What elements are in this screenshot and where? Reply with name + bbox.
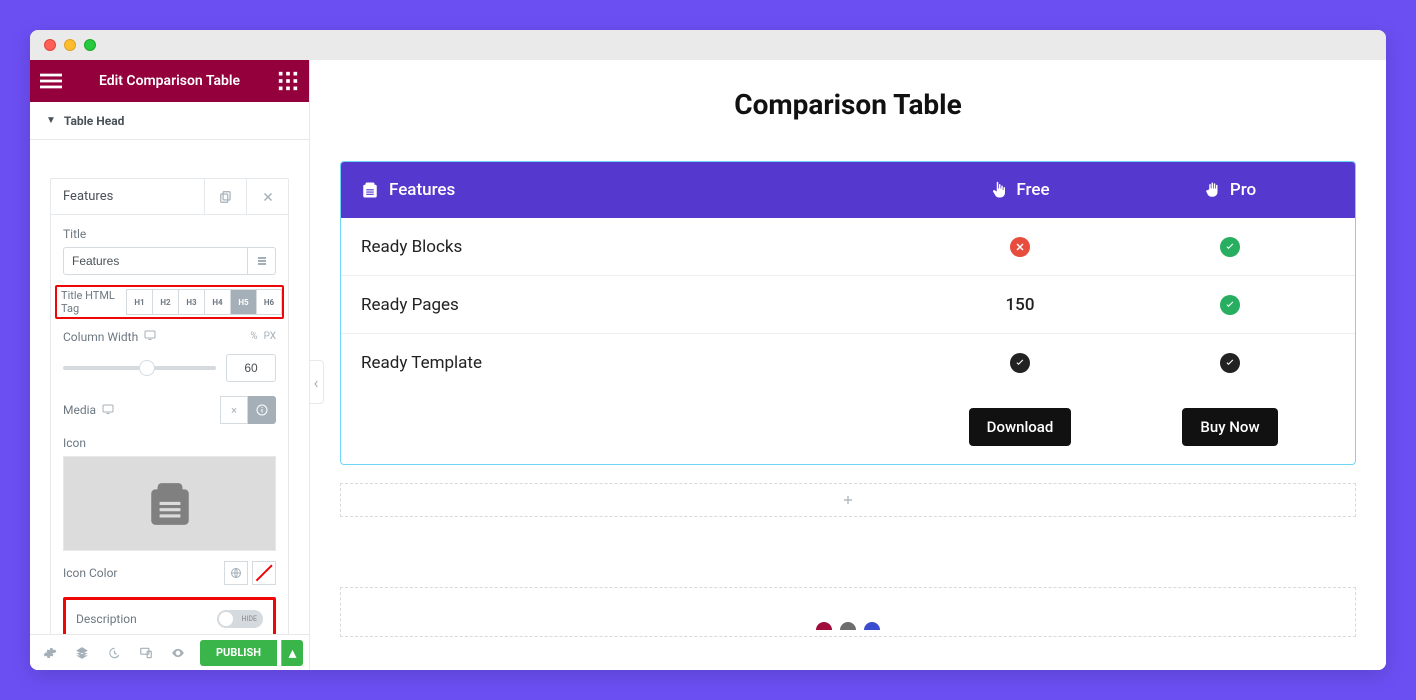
window-maximize-dot[interactable] [84,39,96,51]
settings-icon[interactable] [36,639,64,667]
description-label: Description [76,612,217,626]
head-pro-label: Pro [1230,180,1256,200]
media-clear-button[interactable]: × [220,396,248,424]
row-pro-cell [1125,295,1335,315]
publish-button[interactable]: PUBLISH [200,640,277,666]
description-toggle[interactable]: HIDE [217,610,263,628]
section-table-head[interactable]: ▼ Table Head [30,102,309,140]
tag-h6[interactable]: H6 [256,289,282,315]
tag-h5[interactable]: H5 [230,289,256,315]
table-row: Ready Blocks [341,218,1355,276]
row-label: Ready Blocks [361,237,915,257]
comparison-table[interactable]: Features Free Pro [340,161,1356,465]
apps-grid-icon[interactable] [277,70,299,92]
bottom-drop-zone[interactable] [340,587,1356,637]
head-free-label: Free [1016,180,1049,200]
media-label: Media [63,403,96,417]
description-row: Description HIDE [63,597,276,634]
title-html-tag-label: Title HTML Tag [61,289,126,315]
icon-label: Icon [63,436,276,450]
table-row: Ready Template [341,334,1355,392]
status-badge [1220,295,1240,315]
sidebar-title: Edit Comparison Table [62,73,277,89]
responsive-icon[interactable] [144,329,156,344]
tag-h3[interactable]: H3 [178,289,204,315]
panel-collapse-button[interactable]: ‹ [310,360,324,404]
status-badge [1220,353,1240,373]
table-row: Ready Pages 150 [341,276,1355,334]
tag-h2[interactable]: H2 [152,289,178,315]
icon-color-label: Icon Color [63,566,224,580]
tag-h1[interactable]: H1 [126,289,152,315]
responsive-mode-icon[interactable] [132,639,160,667]
page-title: Comparison Table [340,88,1356,121]
row-pro-cell [1125,237,1335,257]
clipboard-icon [361,181,379,199]
hand-icon [1204,181,1222,199]
column-width-slider[interactable] [63,366,216,370]
status-badge [1010,237,1030,257]
window-close-dot[interactable] [44,39,56,51]
global-color-button[interactable] [224,561,248,585]
dynamic-tag-button[interactable] [248,247,276,275]
window-titlebar [30,30,1386,60]
tag-h4[interactable]: H4 [204,289,230,315]
row-label: Ready Template [361,353,915,373]
duplicate-button[interactable] [204,179,246,214]
caret-down-icon: ▼ [46,115,56,126]
preview-icon[interactable] [164,639,192,667]
history-icon[interactable] [100,639,128,667]
cell-value: 150 [1006,295,1035,315]
row-free-cell [915,353,1125,373]
pointer-icon [990,181,1008,199]
row-free-cell: 150 [915,295,1125,315]
section-handles [816,622,880,630]
head-features-label: Features [389,180,455,200]
status-badge [1010,353,1030,373]
unit-percent[interactable]: % [250,331,257,342]
free-action-button[interactable]: Download [969,408,1072,446]
icon-picker[interactable] [63,456,276,551]
title-input[interactable] [63,247,248,275]
features-card-title: Features [51,179,204,214]
media-info-button[interactable] [248,396,276,424]
toggle-text: HIDE [242,615,257,623]
unit-px[interactable]: PX [264,331,276,342]
navigator-icon[interactable] [68,639,96,667]
title-html-tag-row: Title HTML Tag H1 H2 H3 H4 H5 H6 [55,285,284,319]
row-label: Ready Pages [361,295,915,315]
window-minimize-dot[interactable] [64,39,76,51]
responsive-icon[interactable] [102,403,114,418]
row-pro-cell [1125,353,1335,373]
section-label: Table Head [64,114,125,128]
close-button[interactable] [246,179,288,214]
column-width-label: Column Width [63,330,138,344]
publish-options-button[interactable]: ▴ [281,640,303,666]
color-none[interactable] [252,561,276,585]
column-width-input[interactable] [226,354,276,382]
add-section-button[interactable] [340,483,1356,517]
status-badge [1220,237,1240,257]
title-label: Title [63,227,276,241]
row-free-cell [915,237,1125,257]
sidebar-header: Edit Comparison Table [30,60,309,102]
pro-action-button[interactable]: Buy Now [1182,408,1277,446]
menu-icon[interactable] [40,70,62,92]
